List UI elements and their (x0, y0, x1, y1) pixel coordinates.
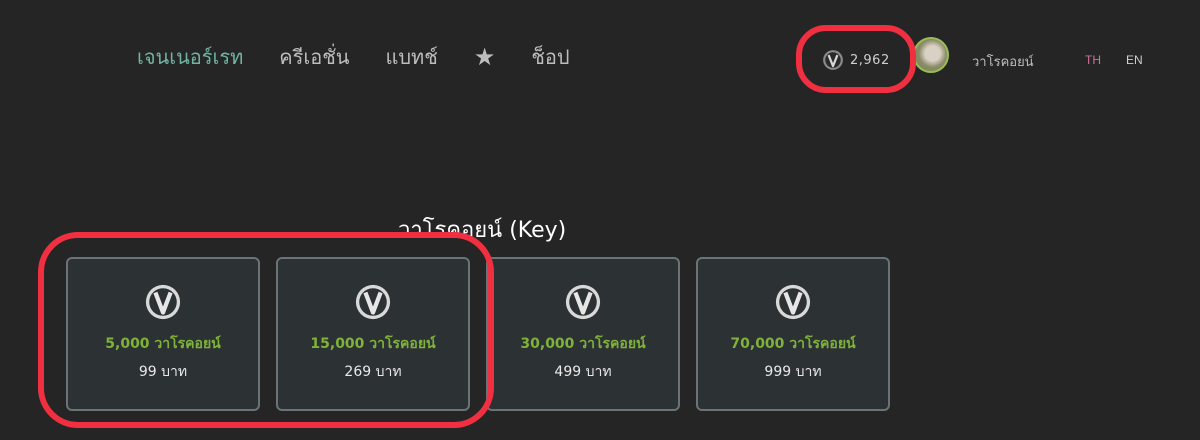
coin-icon (355, 284, 391, 320)
package-card[interactable]: 30,000 วาโรคอยน์ 499 บาท (486, 257, 680, 411)
main-nav: เจนเนอร์เรท ครีเอชั่น แบทช์ ★ ช็อป (137, 42, 570, 72)
username[interactable]: วาโรคอยน์ (972, 51, 1034, 72)
coin-balance[interactable]: 2,962 (822, 49, 890, 71)
package-price: 269 บาท (344, 364, 402, 380)
nav-creation[interactable]: ครีเอชั่น (279, 42, 349, 72)
package-card[interactable]: 70,000 วาโรคอยน์ 999 บาท (696, 257, 890, 411)
nav-generate[interactable]: เจนเนอร์เรท (137, 42, 243, 72)
package-card[interactable]: 15,000 วาโรคอยน์ 269 บาท (276, 257, 470, 411)
package-amount: 30,000 วาโรคอยน์ (520, 336, 646, 352)
package-amount: 70,000 วาโรคอยน์ (730, 336, 856, 352)
nav-shop[interactable]: ช็อป (531, 42, 569, 72)
coin-icon (775, 284, 811, 320)
coin-icon (823, 50, 843, 70)
coin-icon (145, 284, 181, 320)
package-amount: 5,000 วาโรคอยน์ (105, 336, 221, 352)
nav-batch[interactable]: แบทช์ (385, 42, 437, 72)
avatar[interactable] (913, 37, 949, 73)
balance-value: 2,962 (850, 52, 890, 68)
star-icon[interactable]: ★ (474, 42, 496, 72)
package-price: 499 บาท (554, 364, 612, 380)
package-card[interactable]: 5,000 วาโรคอยน์ 99 บาท (66, 257, 260, 411)
coin-icon (565, 284, 601, 320)
lang-th-button[interactable]: TH (1085, 53, 1101, 67)
package-price: 99 บาท (138, 364, 188, 380)
lang-en-button[interactable]: EN (1126, 53, 1143, 67)
package-list: 5,000 วาโรคอยน์ 99 บาท 15,000 วาโรคอยน์ … (66, 257, 890, 411)
package-amount: 15,000 วาโรคอยน์ (310, 336, 436, 352)
package-price: 999 บาท (764, 364, 822, 380)
section-title: วาโรคอยน์ (Key) (398, 218, 567, 243)
